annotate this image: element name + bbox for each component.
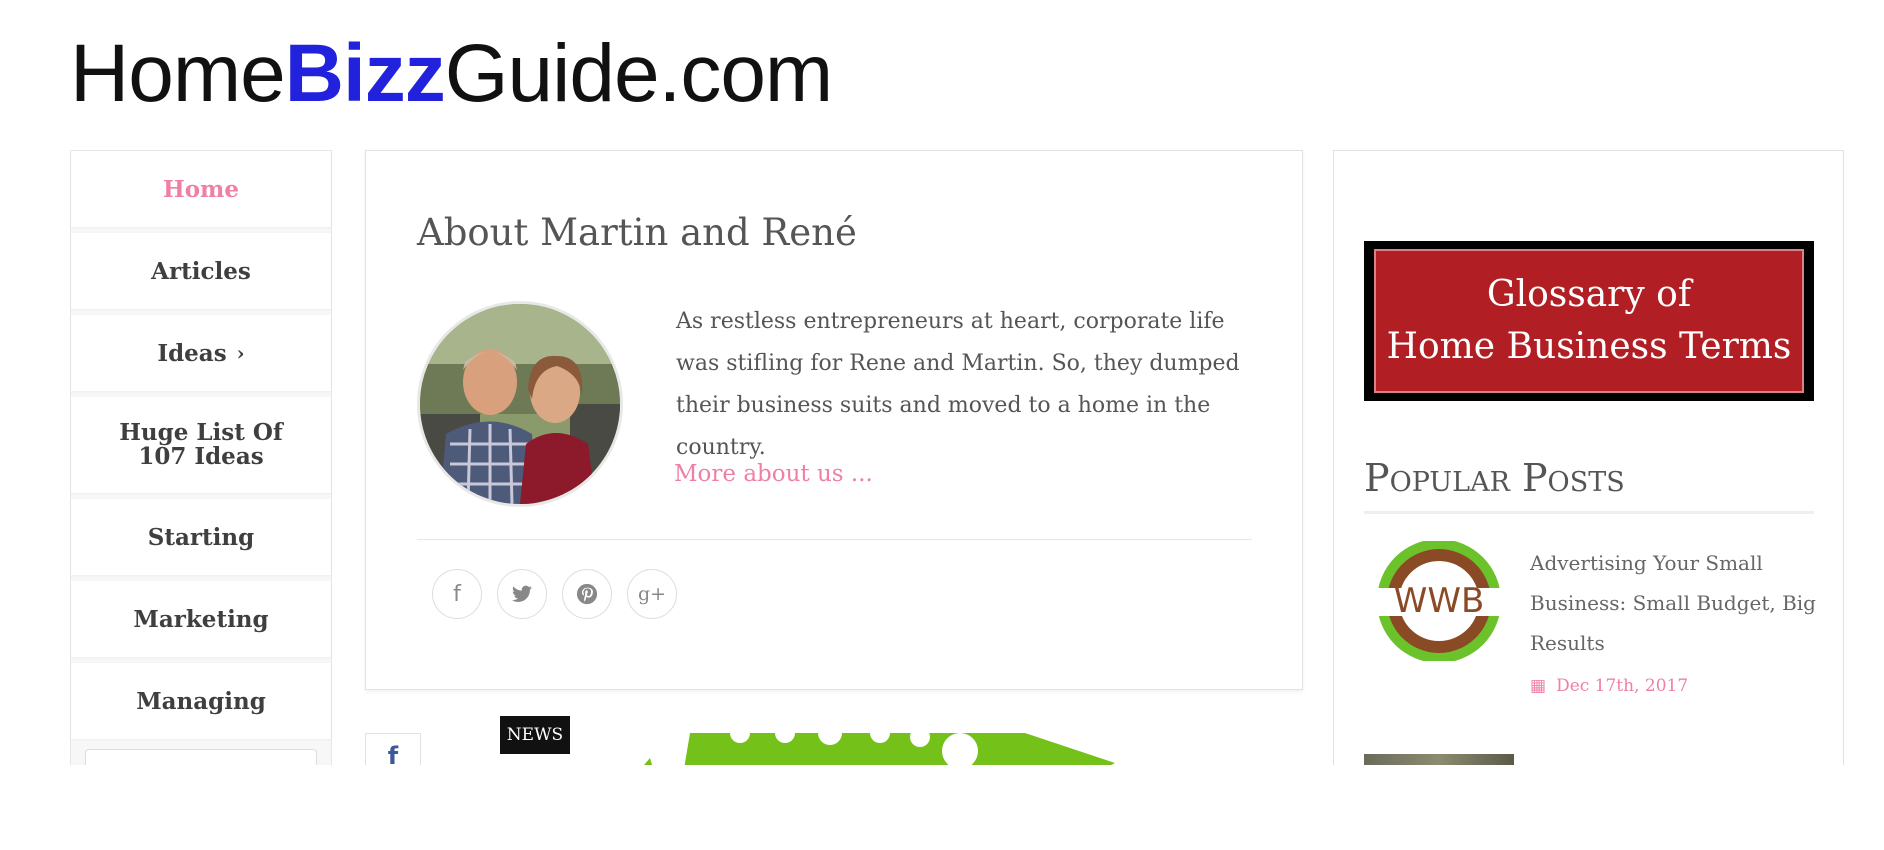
banner-line-1: Glossary of [1486,274,1692,315]
googleplus-icon: g+ [637,583,667,605]
nav-item-managing[interactable]: Managing [71,663,331,739]
search-input[interactable] [85,749,317,765]
facebook-floating-button[interactable]: f [365,733,421,765]
glossary-banner-inner: Glossary of Home Business Terms [1374,249,1804,393]
popular-posts-heading: Popular Posts [1364,456,1625,500]
pinterest-icon [576,583,598,605]
post-date-text: Dec 17th, 2017 [1556,676,1689,696]
about-card: About Martin and René As restless entrep… [365,150,1303,690]
banner-line-2: Home Business Terms [1386,326,1792,367]
calendar-icon: ▦ [1530,676,1547,696]
nav-item-home[interactable]: Home [71,151,331,227]
nav-item-huge-list[interactable]: Huge List Of 107 Ideas [71,397,331,493]
googleplus-share-button[interactable]: g+ [627,569,677,619]
nav-item-marketing[interactable]: Marketing [71,581,331,657]
about-title: About Martin and René [417,211,857,254]
share-buttons: f g+ [432,569,677,619]
post-thumbnail[interactable] [1364,754,1514,765]
news-badge: NEWS [500,716,570,754]
nav-item-label: Huge List Of 107 Ideas [119,419,283,470]
twitter-icon [512,585,532,602]
pinterest-share-button[interactable] [562,569,612,619]
logo-bizz: Bizz [284,28,446,119]
nav-item-label: Articles [151,257,251,285]
right-sidebar: Glossary of Home Business Terms Popular … [1333,150,1844,765]
about-text: As restless entrepreneurs at heart, corp… [676,309,1240,460]
facebook-icon: f [387,742,399,765]
more-about-us-link[interactable]: More about us ... [674,461,873,487]
popular-post-date: ▦ Dec 17th, 2017 [1530,676,1688,696]
couple-photo [420,304,620,504]
page-viewport: HomeBizzGuide.com Home Articles Ideas › … [0,0,1884,765]
divider [1364,511,1814,514]
glossary-banner[interactable]: Glossary of Home Business Terms [1364,241,1814,401]
site-logo[interactable]: HomeBizzGuide.com [70,24,834,124]
featured-image[interactable] [620,733,1120,765]
popular-post-title[interactable] [1530,756,1730,765]
nav-item-label: Marketing [133,605,269,633]
divider [417,539,1252,540]
wwb-logo-text: WWB [1394,581,1485,621]
nav-item-label: Managing [136,687,266,715]
nav-item-label: Starting [147,523,255,551]
chevron-right-icon: › [236,341,245,365]
popular-post-title[interactable]: Advertising Your Small Business: Small B… [1530,543,1820,663]
nav-item-articles[interactable]: Articles [71,233,331,309]
nav-item-ideas[interactable]: Ideas › [71,315,331,391]
logo-home: Home [70,28,286,119]
nav-item-label: Ideas [157,339,227,367]
main-navigation: Home Articles Ideas › Huge List Of 107 I… [70,150,332,765]
avatar [417,301,623,507]
post-thumbnail[interactable]: WWB [1364,541,1514,661]
facebook-icon: f [453,581,461,607]
nav-item-label: Home [162,175,240,203]
twitter-share-button[interactable] [497,569,547,619]
facebook-share-button[interactable]: f [432,569,482,619]
logo-guide: Guide.com [444,28,834,119]
nav-item-starting[interactable]: Starting [71,499,331,575]
